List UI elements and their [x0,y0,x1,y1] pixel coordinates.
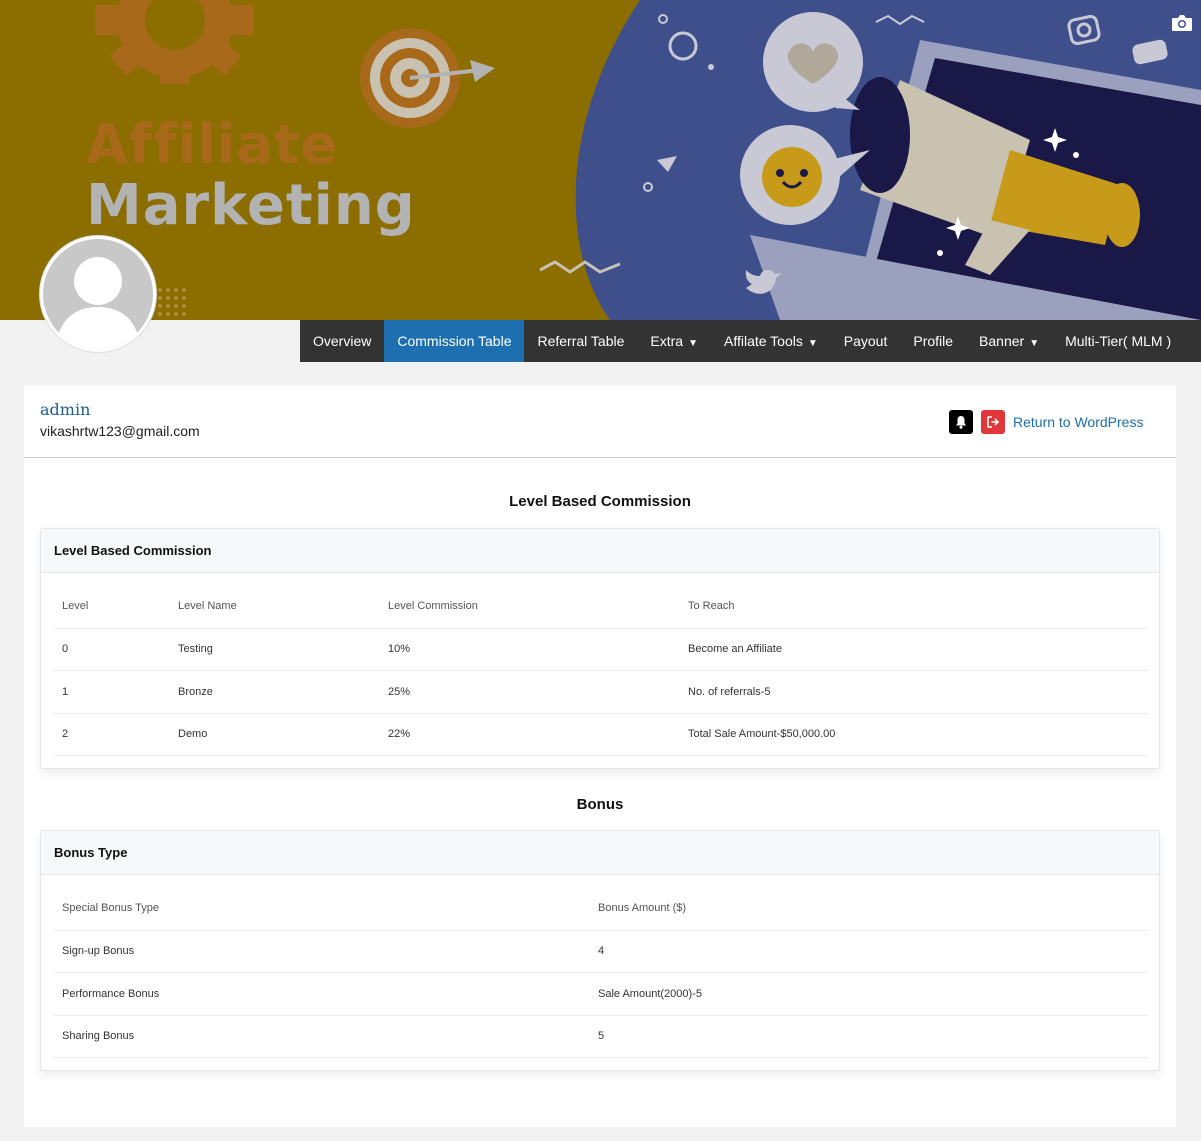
return-to-wordpress-link[interactable]: Return to WordPress [1013,414,1143,430]
nav-item-overview[interactable]: Overview [300,320,384,362]
table-row: 1 Bronze 25% No. of referrals-5 [54,670,1148,714]
column-header: Level Name [170,585,380,629]
column-header: Bonus Amount ($) [590,887,1148,931]
bell-icon [956,416,966,429]
column-header: To Reach [680,585,1148,629]
column-header: Level Commission [380,585,680,629]
nav-item-label: Extra [650,333,684,349]
avatar[interactable] [40,236,156,352]
bonus-section-title: Bonus [576,796,624,813]
table-cell: 22% [380,713,680,756]
heart-icon [763,12,863,112]
bonus-type-card: Bonus Type Special Bonus Type Bonus Amoun… [40,830,1160,1071]
banner-headline-line1: Affiliate [86,113,339,176]
table-cell: Bronze [170,670,380,714]
nav-item-label: Overview [313,333,372,349]
nav-item-label: Referral Table [537,333,625,349]
level-section-title: Level Based Commission [509,493,691,510]
banner-headline-line2: Marketing [86,173,416,238]
table-cell: Testing [170,628,380,671]
level-card-title: Level Based Commission [41,529,1159,573]
table-cell: 0 [54,628,170,671]
table-cell: 1 [54,670,170,714]
caret-down-icon: ▼ [688,338,698,349]
nav-item-label: Banner [979,333,1025,349]
nav-item-profile[interactable]: Profile [900,320,966,362]
table-cell: Sale Amount(2000)-5 [590,972,1148,1016]
caret-down-icon: ▼ [1029,338,1040,349]
nav-item-label: Profile [913,333,954,349]
table-cell: 10% [380,628,680,671]
user-header: admin vikashrtw123@gmail.com Return to W… [24,386,1176,458]
table-cell: 4 [590,930,1148,973]
table-cell: No. of referrals-5 [680,670,1148,714]
nav-item-extra[interactable]: Extra ▼ [637,320,711,362]
user-name: admin [40,400,91,419]
table-cell: Sign-up Bonus [54,930,590,973]
table-cell: Total Sale Amount-$50,000.00 [680,713,1148,756]
table-cell: 5 [590,1015,1148,1058]
nav-item-affilate-tools[interactable]: Affilate Tools ▼ [711,320,831,362]
level-commission-table: Level Level Name Level Commission To Reach … [54,585,1148,756]
table-cell: Demo [170,713,380,756]
main-nav: Overview Commission Table Referral Table Ex… [300,320,1201,362]
bonus-table: Special Bonus Type Bonus Amount ($) Sign-… [54,887,1148,1058]
table-row: Sign-up Bonus 4 [54,930,1148,973]
logout-button[interactable] [981,410,1005,434]
nav-item-label: Payout [843,333,888,349]
nav-item-banner[interactable]: Banner ▼ [966,320,1052,362]
cover-banner: Affiliate Marketing [0,0,1201,320]
content-panel: admin vikashrtw123@gmail.com Return to W… [24,386,1176,1127]
table-cell: 2 [54,713,170,756]
nav-item-referral-table[interactable]: Referral Table [524,320,637,362]
target-icon [360,28,495,128]
table-row: Performance Bonus Sale Amount(2000)-5 [54,972,1148,1016]
caret-down-icon: ▼ [807,338,818,349]
nav-item-commission-table[interactable]: Commission Table [384,320,525,362]
column-header: Level [54,585,170,629]
nav-item-label: Multi-Tier( MLM ) [1065,333,1172,349]
bonus-card-title: Bonus Type [41,831,1159,875]
logout-icon [987,416,1000,428]
nav-item-label: Commission Table [397,333,512,349]
table-cell: Performance Bonus [54,972,590,1016]
user-email: vikashrtw123@gmail.com [40,423,200,439]
column-header: Special Bonus Type [54,887,590,931]
nav-item-multi-tier-mlm[interactable]: Multi-Tier( MLM ) [1052,320,1184,362]
table-cell: Sharing Bonus [54,1015,590,1058]
nav-item-label: Affilate Tools [723,333,803,349]
camera-icon[interactable] [1171,14,1193,32]
table-cell: 25% [380,670,680,714]
table-row: 0 Testing 10% Become an Affiliate [54,628,1148,671]
level-commission-card: Level Based Commission Level Level Name Le… [40,528,1160,769]
table-row: Sharing Bonus 5 [54,1015,1148,1058]
table-row: 2 Demo 22% Total Sale Amount-$50,000.00 [54,713,1148,756]
notification-button[interactable] [949,410,973,434]
table-cell: Become an Affiliate [680,628,1148,671]
nav-item-payout[interactable]: Payout [831,320,901,362]
avatar-placeholder-icon [43,239,153,349]
